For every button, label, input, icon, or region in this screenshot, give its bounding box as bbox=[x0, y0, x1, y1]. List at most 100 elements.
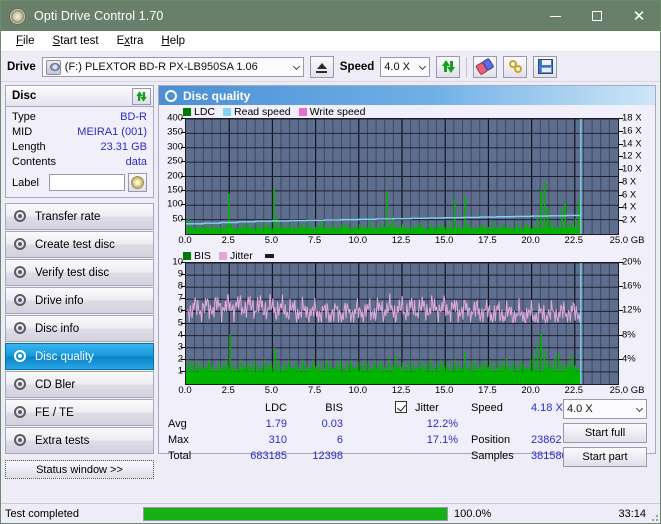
sidebar-item-label: Transfer rate bbox=[35, 210, 101, 223]
y2-tick bbox=[619, 194, 623, 196]
x-tick-label: 15.0 bbox=[434, 235, 454, 246]
maximize-button[interactable] bbox=[576, 1, 618, 31]
disc-icon bbox=[13, 350, 28, 363]
x-tick-label: 10.0 bbox=[348, 235, 368, 246]
progress-fill bbox=[144, 507, 447, 520]
disc-refresh-button[interactable] bbox=[132, 87, 151, 105]
disc-icon bbox=[13, 238, 28, 251]
x-tick-label: 5.0 bbox=[264, 235, 278, 246]
speed-select[interactable]: 4.0 X bbox=[380, 56, 431, 77]
stats-total-bis: 12398 bbox=[312, 450, 343, 462]
disc-key: Contents bbox=[12, 156, 57, 168]
test-speed-select[interactable]: 4.0 X bbox=[563, 399, 647, 419]
drive-select[interactable]: (F:) PLEXTOR BD-R PX-LB950SA 1.06 bbox=[41, 56, 304, 77]
legend-jitter: Jitter bbox=[218, 250, 253, 262]
marker-icon bbox=[264, 254, 274, 258]
sidebar-item-fe-te[interactable]: FE / TE bbox=[5, 399, 154, 426]
chart1-plot-area[interactable] bbox=[185, 118, 619, 235]
status-window-button[interactable]: Status window >> bbox=[5, 460, 154, 479]
resize-grip[interactable] bbox=[648, 511, 658, 521]
menu-item-file[interactable]: FFileile bbox=[7, 31, 44, 52]
sidebar-item-label: Create test disc bbox=[35, 238, 115, 251]
test-speed-value: 4.0 X bbox=[567, 403, 593, 415]
x-tick-label: 22.5 bbox=[564, 235, 584, 246]
stats-max-bis: 6 bbox=[336, 434, 343, 446]
title-bar: Opti Drive Control 1.70 ✕ bbox=[1, 1, 660, 31]
x-tick-label: 20.0 bbox=[521, 235, 540, 246]
start-full-button[interactable]: Start full bbox=[563, 423, 647, 443]
legend-label: Jitter bbox=[229, 250, 253, 262]
start-part-button[interactable]: Start part bbox=[563, 447, 647, 467]
menu-item-start-test[interactable]: Start test bbox=[44, 31, 108, 52]
chart1-legend: LDC Read speed Write speed bbox=[159, 105, 655, 118]
speed-select-value: 4.0 X bbox=[384, 60, 410, 73]
x-tick-label: 5.0 bbox=[264, 385, 278, 396]
drive-select-value: (F:) PLEXTOR BD-R PX-LB950SA 1.06 bbox=[64, 60, 258, 73]
sidebar-item-verify-test-disc[interactable]: Verify test disc bbox=[5, 259, 154, 286]
stats-total-ldc: 683185 bbox=[250, 450, 287, 462]
y2-tick-label: 2 X bbox=[622, 214, 637, 226]
y2-tick-label: 16% bbox=[622, 280, 642, 292]
tools-button[interactable] bbox=[503, 55, 528, 78]
cd-icon bbox=[131, 176, 144, 189]
y2-tick-label: 8% bbox=[622, 329, 636, 341]
x-tick-label: 15.0 bbox=[434, 385, 454, 396]
minimize-button[interactable] bbox=[534, 1, 576, 31]
window-title: Opti Drive Control 1.70 bbox=[34, 9, 164, 23]
sidebar-item-cd-bler[interactable]: CD Bler bbox=[5, 371, 154, 398]
disc-row-mid: MID MEIRA1 (001) bbox=[12, 125, 147, 140]
disc-panel-title: Disc bbox=[12, 90, 37, 102]
y2-tick-label: 16 X bbox=[622, 125, 642, 137]
save-icon bbox=[537, 59, 553, 74]
sidebar-item-label: Disc info bbox=[35, 322, 80, 335]
y2-tick-label: 10 X bbox=[622, 163, 642, 175]
disc-label-input[interactable] bbox=[49, 174, 125, 191]
sidebar-item-disc-info[interactable]: Disc info bbox=[5, 315, 154, 342]
menu-item-help[interactable]: Help bbox=[152, 31, 194, 52]
main-panel-header: Disc quality bbox=[159, 86, 655, 105]
refresh-button[interactable] bbox=[436, 55, 461, 78]
disc-row-contents: Contents data bbox=[12, 155, 147, 170]
status-message: Test completed bbox=[5, 507, 79, 520]
sidebar-item-create-test-disc[interactable]: Create test disc bbox=[5, 231, 154, 258]
sidebar-item-extra-tests[interactable]: Extra tests bbox=[5, 427, 154, 454]
stats-avg-ldc: 1.79 bbox=[265, 418, 287, 430]
x-tick-label: 25.0 GB bbox=[609, 235, 645, 246]
y2-tick-label: 20% bbox=[622, 256, 642, 268]
chart2-plot-area[interactable] bbox=[185, 262, 619, 385]
sidebar-item-transfer-rate[interactable]: Transfer rate bbox=[5, 203, 154, 230]
x-tick-label: 7.5 bbox=[307, 385, 322, 396]
y2-tick-label: 4 X bbox=[622, 201, 637, 213]
speed-stat-label: Speed bbox=[471, 402, 503, 414]
y2-tick bbox=[619, 181, 623, 183]
menu-item-extra[interactable]: Extra bbox=[108, 31, 153, 52]
eject-button[interactable] bbox=[309, 55, 334, 78]
y2-tick-label: 14 X bbox=[622, 138, 642, 150]
x-tick-label: 2.5 bbox=[221, 235, 235, 246]
legend-ldc: LDC bbox=[183, 106, 215, 118]
erase-button[interactable] bbox=[473, 55, 498, 78]
disc-icon bbox=[13, 322, 28, 335]
elapsed-time: 33:14 bbox=[618, 507, 646, 520]
jitter-checkbox[interactable] bbox=[395, 401, 407, 414]
sidebar-item-drive-info[interactable]: Drive info bbox=[5, 287, 154, 314]
disc-key: Length bbox=[12, 141, 46, 153]
y2-tick-label: 18 X bbox=[622, 112, 642, 124]
close-button[interactable]: ✕ bbox=[618, 1, 660, 31]
disc-row-type: Type BD-R bbox=[12, 110, 147, 125]
y2-tick bbox=[619, 118, 623, 119]
save-button[interactable] bbox=[533, 55, 558, 78]
disc-label-button[interactable] bbox=[128, 173, 147, 192]
y2-tick bbox=[619, 143, 623, 145]
sidebar-item-label: Drive info bbox=[35, 294, 84, 307]
sidebar-item-label: Disc quality bbox=[35, 350, 94, 363]
y2-tick bbox=[619, 169, 623, 171]
chevron-down-icon bbox=[292, 62, 300, 70]
jitter-label: Jitter bbox=[415, 402, 439, 414]
sidebar-item-disc-quality[interactable]: Disc quality bbox=[5, 343, 154, 370]
speed-stat-value: 4.18 X bbox=[531, 402, 563, 414]
chart2-y2-axis-jitter: 4% 8% 12% 16% 20% bbox=[619, 257, 655, 383]
y2-tick bbox=[619, 334, 623, 336]
x-tick-label: 0.0 bbox=[178, 385, 192, 396]
position-label: Position bbox=[471, 434, 511, 446]
